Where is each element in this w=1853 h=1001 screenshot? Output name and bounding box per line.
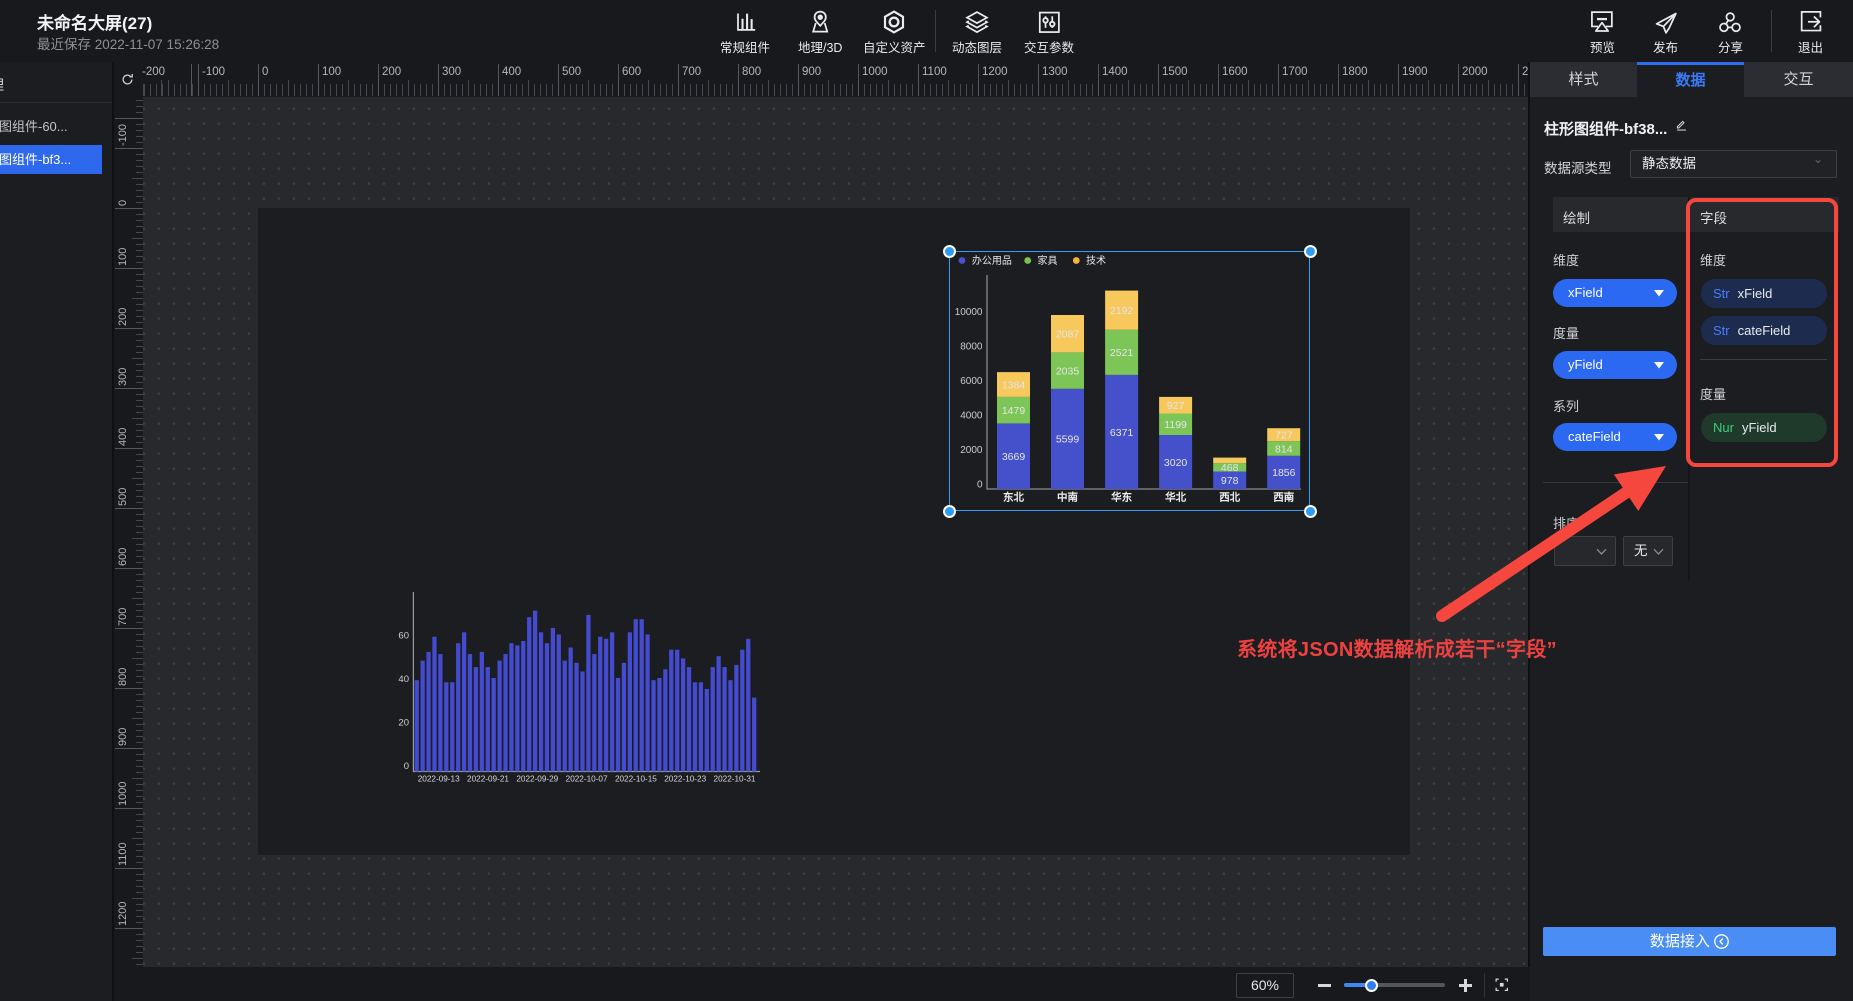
svg-text:2022-09-13: 2022-09-13 — [418, 775, 460, 784]
svg-text:2022-10-23: 2022-10-23 — [664, 775, 706, 784]
svg-text:2022-10-31: 2022-10-31 — [714, 775, 756, 784]
svg-text:0: 0 — [404, 761, 409, 772]
svg-text:40: 40 — [398, 674, 409, 685]
svg-text:60: 60 — [398, 631, 409, 642]
svg-text:2022-09-21: 2022-09-21 — [467, 775, 509, 784]
svg-text:2022-10-07: 2022-10-07 — [566, 775, 608, 784]
svg-text:20: 20 — [398, 718, 409, 729]
svg-text:2022-10-15: 2022-10-15 — [615, 775, 657, 784]
svg-text:2022-09-29: 2022-09-29 — [516, 775, 558, 784]
